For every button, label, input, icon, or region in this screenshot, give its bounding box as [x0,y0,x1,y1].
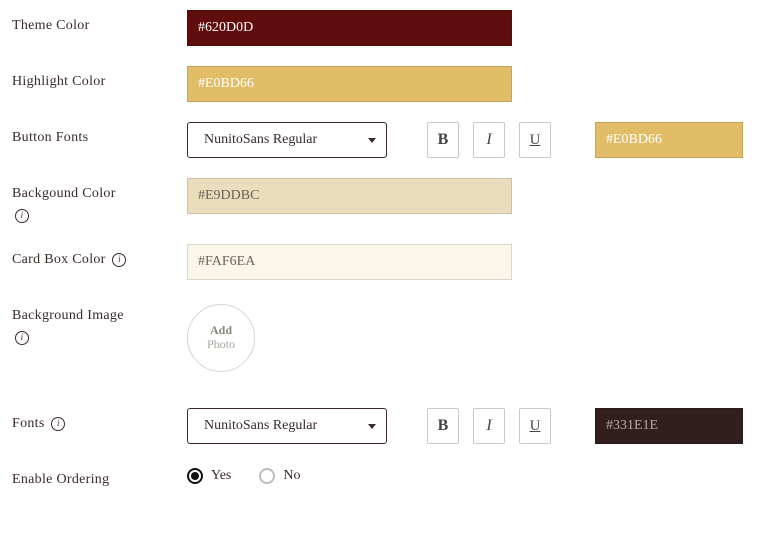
body-italic-button[interactable]: I [473,408,505,444]
button-fonts-label: Button Fonts [12,130,88,145]
radio-icon [187,468,203,484]
background-color-label: Backgound Color [12,186,116,201]
info-icon[interactable]: i [112,253,126,267]
theme-color-label: Theme Color [12,18,90,33]
button-italic-button[interactable]: I [473,122,505,158]
body-font-value: NunitoSans Regular [204,418,317,434]
card-box-color-swatch[interactable]: #FAF6EA [187,244,512,280]
button-font-color-value: #E0BD66 [606,132,662,148]
info-icon[interactable]: i [15,331,29,345]
enable-ordering-no-radio[interactable]: No [259,468,300,484]
chevron-down-icon [368,138,376,143]
body-underline-button[interactable]: U [519,408,551,444]
add-photo-line2: Photo [207,338,235,352]
background-color-value: #E9DDBC [198,188,259,204]
add-photo-line1: Add [210,324,232,338]
card-box-color-label: Card Box Color [12,252,106,267]
highlight-color-label: Highlight Color [12,74,106,89]
enable-ordering-yes-label: Yes [211,468,231,484]
body-bold-button[interactable]: B [427,408,459,444]
body-font-color-value: #331E1E [606,418,658,434]
enable-ordering-yes-radio[interactable]: Yes [187,468,231,484]
theme-color-value: #620D0D [198,20,253,36]
button-underline-button[interactable]: U [519,122,551,158]
radio-icon [259,468,275,484]
theme-color-swatch[interactable]: #620D0D [187,10,512,46]
body-font-select[interactable]: NunitoSans Regular [187,408,387,444]
button-bold-button[interactable]: B [427,122,459,158]
info-icon[interactable]: i [15,209,29,223]
enable-ordering-no-label: No [283,468,300,484]
add-photo-button[interactable]: Add Photo [187,304,255,372]
highlight-color-swatch[interactable]: #E0BD66 [187,66,512,102]
button-font-value: NunitoSans Regular [204,132,317,148]
fonts-label: Fonts [12,416,45,431]
button-font-select[interactable]: NunitoSans Regular [187,122,387,158]
background-image-label: Background Image [12,308,124,323]
background-color-swatch[interactable]: #E9DDBC [187,178,512,214]
card-box-color-value: #FAF6EA [198,254,255,270]
highlight-color-value: #E0BD66 [198,76,254,92]
body-font-color-swatch[interactable]: #331E1E [595,408,743,444]
enable-ordering-label: Enable Ordering [12,472,109,487]
chevron-down-icon [368,424,376,429]
button-font-color-swatch[interactable]: #E0BD66 [595,122,743,158]
info-icon[interactable]: i [51,417,65,431]
